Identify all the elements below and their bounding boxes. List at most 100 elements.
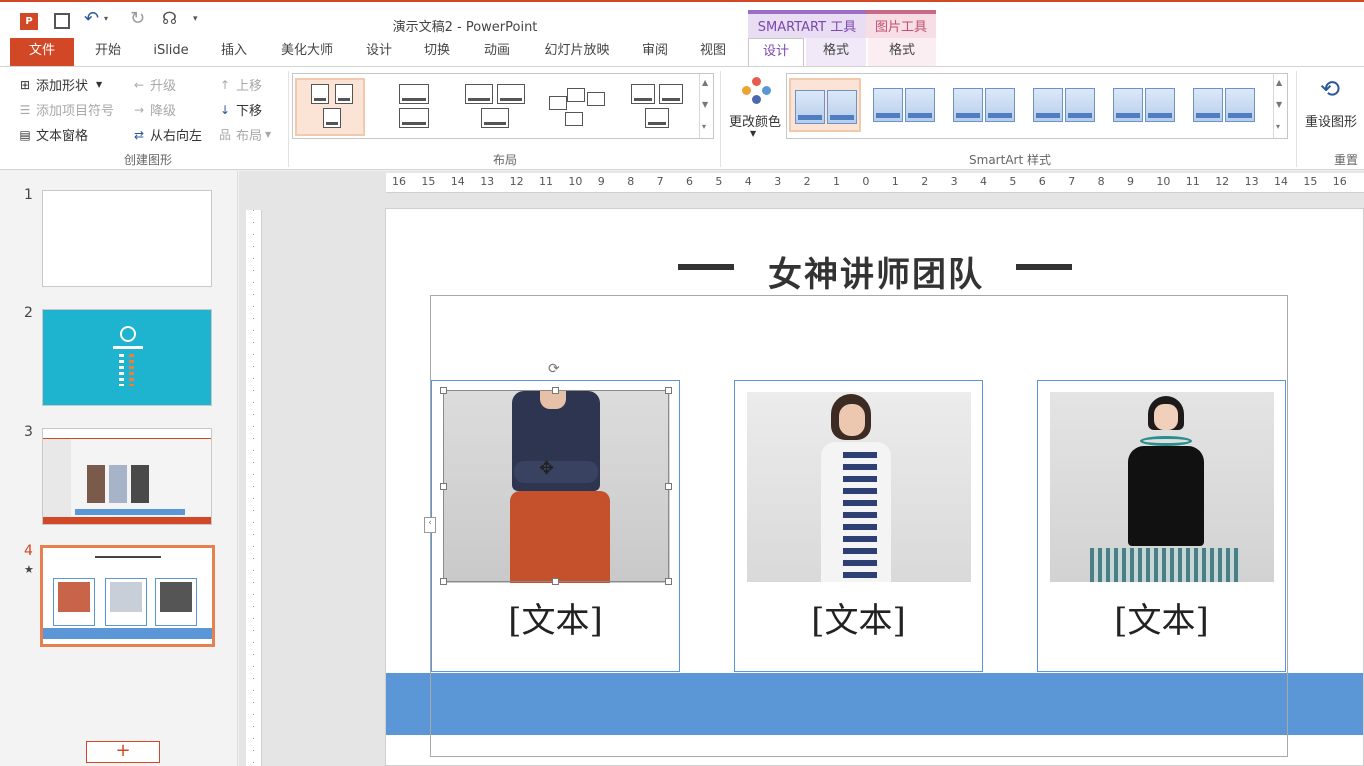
tab-design[interactable]: 设计 xyxy=(356,38,402,66)
undo-icon[interactable]: ↶ xyxy=(84,8,99,29)
resize-handle[interactable] xyxy=(552,387,559,394)
style-option-6[interactable] xyxy=(1189,78,1261,132)
layouts-gallery[interactable]: ▲ ▼ ▾ xyxy=(292,73,714,139)
styles-gallery-scroll[interactable]: ▲ ▼ ▾ xyxy=(1273,74,1287,138)
rotate-handle-icon[interactable]: ⟳ xyxy=(548,361,560,377)
ruler-tick-label: 11 xyxy=(539,175,553,188)
tab-slideshow[interactable]: 幻灯片放映 xyxy=(534,38,620,66)
style-option-1[interactable] xyxy=(789,78,861,132)
tab-transitions[interactable]: 切换 xyxy=(414,38,460,66)
promote-button[interactable]: ← 升级 xyxy=(132,75,177,95)
layouts-gallery-scroll[interactable]: ▲ ▼ ▾ xyxy=(699,74,713,138)
layout-option-2[interactable] xyxy=(381,78,451,136)
tab-view[interactable]: 视图 xyxy=(690,38,736,66)
text-pane-toggle-icon[interactable]: ‹ xyxy=(424,517,436,533)
tab-file[interactable]: 文件 xyxy=(10,38,74,66)
style-option-3[interactable] xyxy=(949,78,1021,132)
smartart-card-2[interactable]: [文本] xyxy=(734,380,983,672)
layout-option-4[interactable] xyxy=(545,78,615,136)
add-shape-button[interactable]: ⊞ 添加形状 ▼ xyxy=(18,75,102,95)
right-to-left-button[interactable]: ⇄ 从右向左 xyxy=(132,125,202,145)
photo-2[interactable] xyxy=(747,392,971,582)
scroll-up-icon[interactable]: ▲ xyxy=(702,78,708,87)
ribbon: ⊞ 添加形状 ▼ ☰ 添加项目符号 ▤ 文本窗格 ← 升级 → 降级 ⇄ 从右向左 ↑ 上移 ↓… xyxy=(0,66,1364,170)
slide-thumbnail-4[interactable] xyxy=(40,545,215,647)
vertical-ruler xyxy=(246,210,262,766)
tab-insert[interactable]: 插入 xyxy=(210,38,258,66)
smartart-tools-header: SMARTART 工具 xyxy=(748,10,866,40)
move-down-button[interactable]: ↓ 下移 xyxy=(218,100,263,120)
style-option-4[interactable] xyxy=(1029,78,1101,132)
gallery-more-icon[interactable]: ▾ xyxy=(1276,122,1280,131)
ruler-tick-label: 6 xyxy=(686,175,693,188)
slide-number: 3 xyxy=(24,424,33,440)
text-pane-button[interactable]: ▤ 文本窗格 xyxy=(18,125,88,145)
scroll-down-icon[interactable]: ▼ xyxy=(702,100,708,109)
add-bullet-button[interactable]: ☰ 添加项目符号 xyxy=(18,100,114,120)
layout-option-5[interactable] xyxy=(627,78,697,136)
layouts-group-label: 布局 xyxy=(492,153,517,167)
style-option-5[interactable] xyxy=(1109,78,1181,132)
scroll-up-icon[interactable]: ▲ xyxy=(1276,78,1282,87)
redo-icon[interactable]: ↻ xyxy=(130,8,145,29)
color-palette-icon xyxy=(742,77,772,107)
tab-smartart-format[interactable]: 格式 xyxy=(806,38,866,66)
move-up-button[interactable]: ↑ 上移 xyxy=(218,75,262,95)
layout-option-3[interactable] xyxy=(463,78,533,136)
layout-button[interactable]: 品布局 ▼ xyxy=(218,125,271,145)
tab-smartart-design[interactable]: 设计 xyxy=(748,38,804,66)
title-decoration-right xyxy=(1016,264,1072,270)
demote-button[interactable]: → 降级 xyxy=(132,100,177,120)
change-colors-button[interactable]: 更改颜色 ▼ xyxy=(726,73,784,145)
tab-home[interactable]: 开始 xyxy=(84,38,132,66)
gallery-more-icon[interactable]: ▾ xyxy=(702,122,706,131)
tab-islide[interactable]: iSlide xyxy=(146,38,196,66)
card-text-3[interactable]: [文本] xyxy=(1038,593,1285,642)
resize-handle[interactable] xyxy=(665,483,672,490)
right-to-left-icon: ⇄ xyxy=(133,127,145,142)
resize-handle[interactable] xyxy=(440,483,447,490)
undo-dropdown-icon[interactable]: ▾ xyxy=(104,14,108,23)
save-icon[interactable] xyxy=(54,13,70,29)
resize-handle[interactable] xyxy=(440,578,447,585)
style-option-2[interactable] xyxy=(869,78,941,132)
slideshow-from-start-icon[interactable]: ☊ xyxy=(162,9,177,29)
resize-handle[interactable] xyxy=(440,387,447,394)
resize-handle[interactable] xyxy=(665,578,672,585)
demote-label: 降级 xyxy=(150,104,177,119)
customize-qat-icon[interactable]: ▾ xyxy=(193,14,198,24)
smartart-card-3[interactable]: [文本] xyxy=(1037,380,1286,672)
tab-animations[interactable]: 动画 xyxy=(474,38,520,66)
tab-review[interactable]: 审阅 xyxy=(632,38,678,66)
slide-thumbnail-2[interactable] xyxy=(42,309,212,406)
group-separator xyxy=(720,71,721,167)
resize-handle[interactable] xyxy=(552,578,559,585)
ruler-tick-label: 7 xyxy=(1068,175,1076,188)
reset-graphic-label: 重设图形 xyxy=(1304,115,1357,130)
slide-canvas[interactable]: 女神讲师团队 [文本] [文本] [文本] ⟳ ✥ ‹ xyxy=(385,208,1364,766)
tab-picture-format[interactable]: 格式 xyxy=(868,38,936,66)
add-shape-icon: ⊞ xyxy=(19,77,31,92)
resize-handle[interactable] xyxy=(665,387,672,394)
smartart-styles-gallery[interactable]: ▲ ▼ ▾ xyxy=(786,73,1288,139)
slide-title[interactable]: 女神讲师团队 xyxy=(676,247,1076,296)
smartart-styles-group-label: SmartArt 样式 xyxy=(969,153,1051,167)
reset-graphic-button[interactable]: ⟲ 重设图形 xyxy=(1300,73,1362,139)
layout-option-1[interactable] xyxy=(295,78,365,136)
card-text-2[interactable]: [文本] xyxy=(735,593,982,642)
move-down-label: 下移 xyxy=(236,104,263,119)
promote-icon: ← xyxy=(133,77,145,92)
slide-thumbnail-1[interactable] xyxy=(42,190,212,287)
scroll-down-icon[interactable]: ▼ xyxy=(1276,100,1282,109)
promote-label: 升级 xyxy=(150,79,177,94)
tab-beautify-master[interactable]: 美化大师 xyxy=(270,38,344,66)
powerpoint-logo-icon: P xyxy=(20,13,38,30)
change-colors-label: 更改颜色 xyxy=(728,115,781,130)
card-text-1[interactable]: [文本] xyxy=(432,593,679,642)
new-slide-button[interactable]: + xyxy=(86,741,160,763)
picture-selection-box[interactable] xyxy=(443,390,669,582)
layout-icon: 品 xyxy=(218,127,231,142)
slide-thumbnail-3[interactable] xyxy=(42,428,212,525)
ruler-tick-label: 16 xyxy=(1332,175,1347,188)
photo-3[interactable] xyxy=(1050,392,1274,582)
